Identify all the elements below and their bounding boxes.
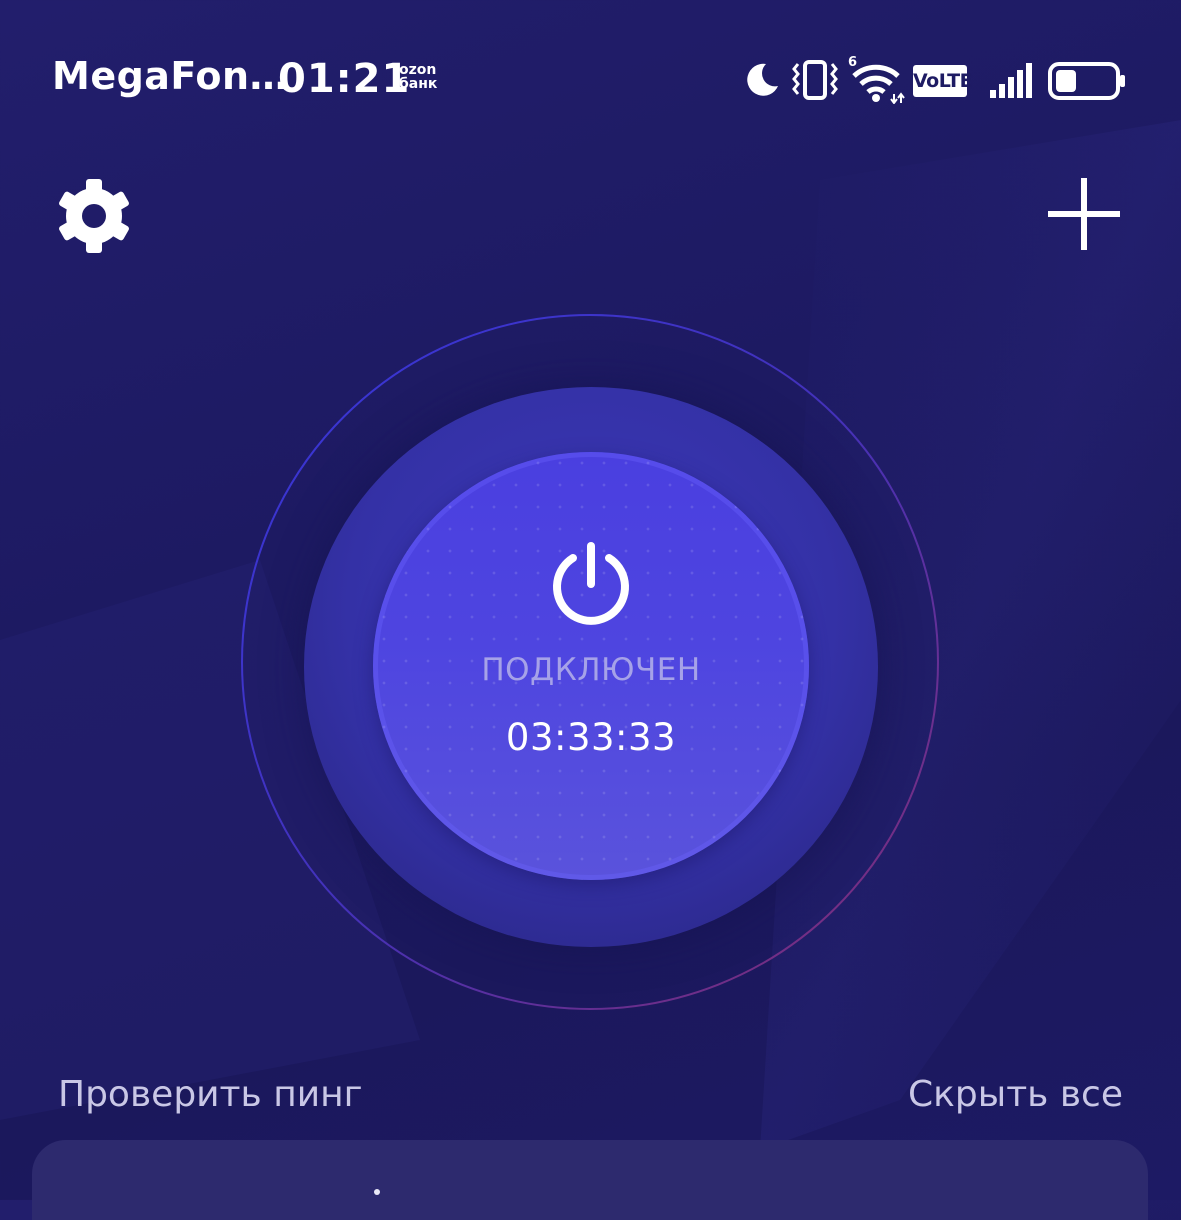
volte-badge: VoLTE (913, 65, 973, 97)
signal-icon (990, 63, 1032, 98)
hide-all-link[interactable]: Скрыть все (908, 1074, 1123, 1115)
ozon-bank-notification-icon: ozon банк (399, 63, 449, 91)
battery-icon (1048, 62, 1125, 100)
gear-icon[interactable] (52, 174, 136, 258)
connection-status: ПОДКЛЮЧЕН (481, 652, 701, 688)
vibrate-icon (792, 60, 838, 100)
status-time: 01:21 (278, 56, 411, 102)
wifi-icon: 6 (848, 55, 905, 104)
power-icon[interactable] (547, 540, 635, 628)
moon-icon (747, 63, 778, 96)
status-bar: MegaFon… 01:21 ozon банк 6 VoLTE (0, 40, 1181, 120)
bank-label: банк (399, 76, 438, 92)
ozon-label: ozon (399, 62, 437, 78)
server-list-card[interactable] (32, 1140, 1148, 1220)
check-ping-link[interactable]: Проверить пинг (58, 1074, 363, 1115)
carrier-name: MegaFon… (52, 54, 289, 98)
card-indicator (374, 1189, 380, 1195)
add-server-button[interactable] (1046, 176, 1122, 252)
wifi-6-label: 6 (848, 55, 857, 70)
connection-timer: 03:33:33 (505, 716, 677, 759)
